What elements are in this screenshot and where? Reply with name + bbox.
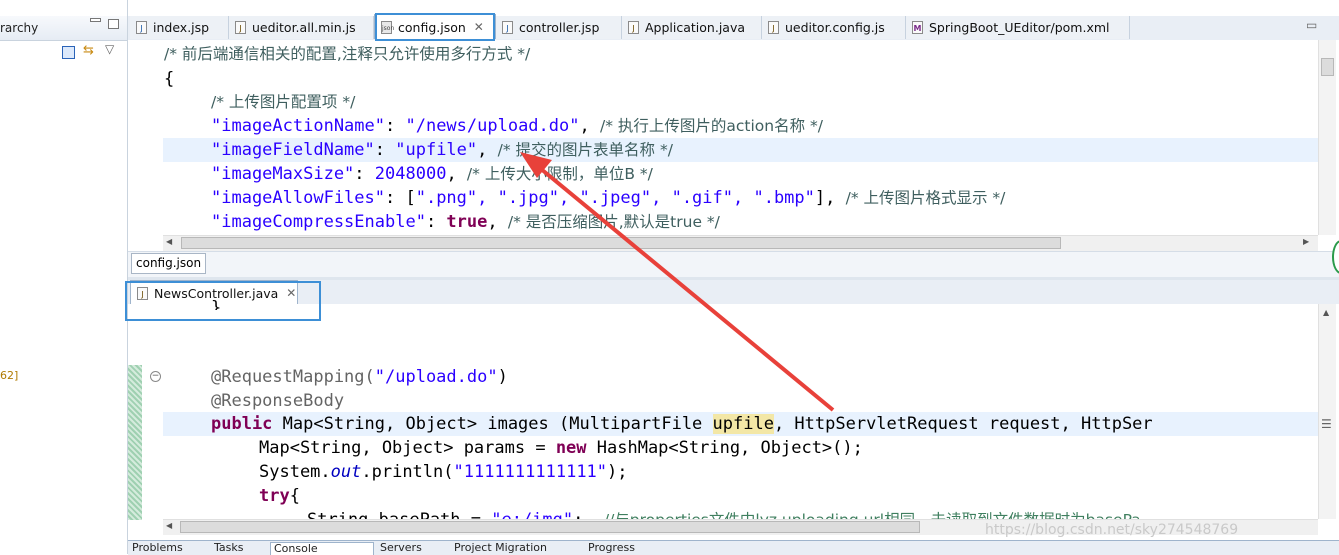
watermark: https://blog.csdn.net/sky274548769 — [985, 522, 1239, 538]
annotation-arrow — [520, 152, 835, 412]
